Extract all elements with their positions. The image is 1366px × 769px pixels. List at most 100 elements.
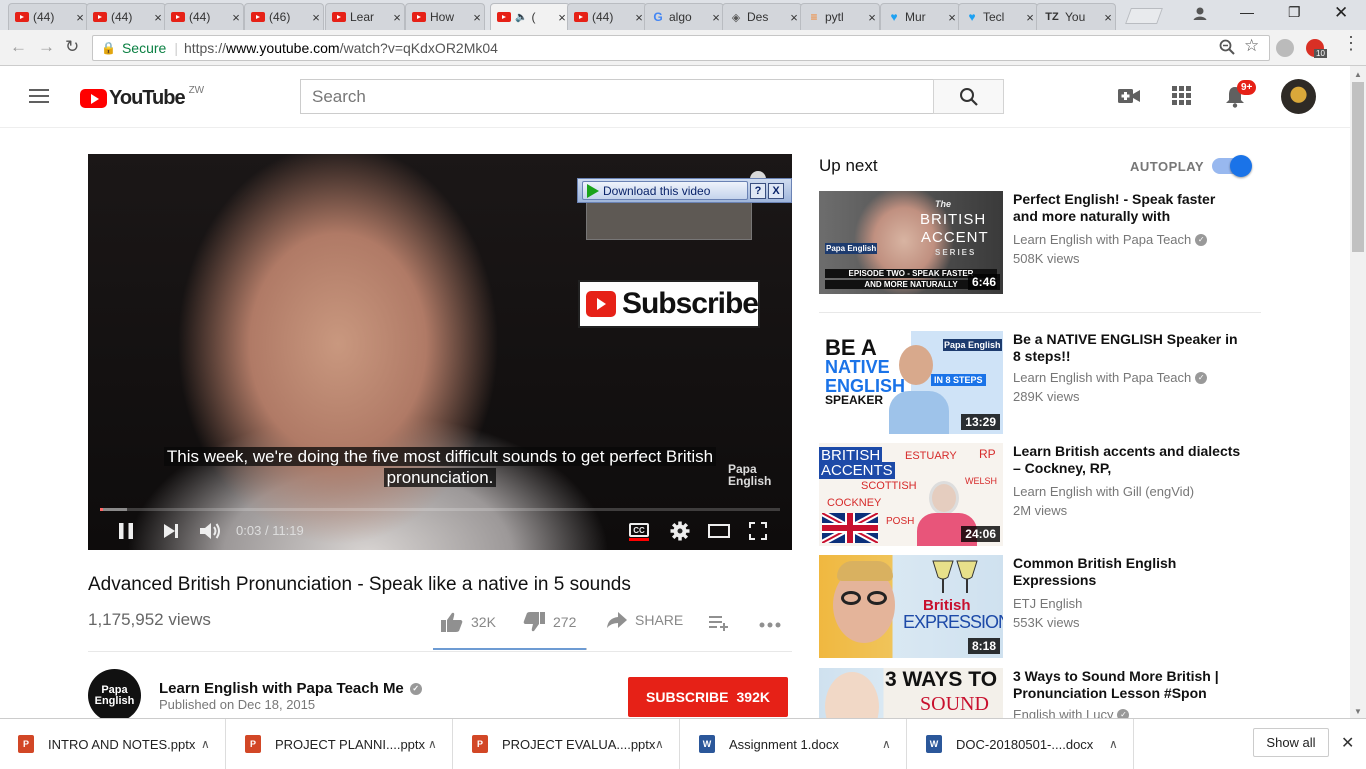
tab-close-icon[interactable]: × xyxy=(865,10,879,25)
browser-tab[interactable]: Galgo × xyxy=(644,3,724,30)
tab-close-icon[interactable]: × xyxy=(787,10,801,25)
recommended-video[interactable]: BE A NATIVE ENGLISH SPEAKER Papa English… xyxy=(819,331,1259,435)
zoom-icon[interactable] xyxy=(1219,39,1235,55)
reload-icon[interactable]: ↻ xyxy=(65,37,79,57)
video-thumbnail[interactable]: British EXPRESSIONS 8:18 xyxy=(819,555,1003,658)
download-help-button[interactable]: ? xyxy=(750,182,766,199)
settings-gear-icon[interactable] xyxy=(670,521,690,541)
scroll-down-arrow-icon[interactable]: ▼ xyxy=(1354,707,1362,716)
video-title[interactable]: Learn British accents and dialects – Coc… xyxy=(1013,443,1243,477)
browser-tab[interactable]: ♥ Tecl × xyxy=(958,3,1038,30)
search-button[interactable] xyxy=(933,79,1004,114)
channel-name-link[interactable]: Learn English with Papa Teach Me ✓ xyxy=(159,680,422,697)
chevron-up-icon[interactable]: ∧ xyxy=(1109,737,1133,751)
browser-tab[interactable]: (46) × xyxy=(244,3,324,30)
browser-tab[interactable]: How × xyxy=(405,3,485,30)
recommended-video[interactable]: BRITISH ACCENTS ESTUARY RP SCOTTISH WELS… xyxy=(819,443,1259,547)
like-button[interactable]: 32K xyxy=(441,612,496,632)
video-thumbnail[interactable]: 3 WAYS TO SOUND xyxy=(819,668,1003,718)
chevron-up-icon[interactable]: ∧ xyxy=(882,737,906,751)
autoplay-toggle[interactable] xyxy=(1212,155,1252,177)
user-avatar[interactable] xyxy=(1281,79,1316,114)
tab-close-icon[interactable]: × xyxy=(390,10,404,25)
chevron-up-icon[interactable]: ∧ xyxy=(655,737,679,751)
dislike-button[interactable]: 272 xyxy=(523,612,576,632)
show-all-downloads-button[interactable]: Show all xyxy=(1253,728,1329,757)
scroll-up-arrow-icon[interactable]: ▲ xyxy=(1354,70,1362,79)
close-download-shelf-icon[interactable]: ✕ xyxy=(1341,733,1354,753)
search-input[interactable]: Search xyxy=(300,79,934,114)
profile-icon[interactable] xyxy=(1192,5,1208,21)
video-title[interactable]: Be a NATIVE ENGLISH Speaker in 8 steps!! xyxy=(1013,331,1243,365)
download-item[interactable]: P PROJECT PLANNI....pptx ∧ xyxy=(227,719,453,769)
subscribe-button[interactable]: SUBSCRIBE 392K xyxy=(628,677,788,717)
new-tab-button[interactable] xyxy=(1125,8,1163,24)
download-close-button[interactable]: X xyxy=(768,182,784,199)
recommended-video[interactable]: British EXPRESSIONS 8:18 Common British … xyxy=(819,555,1259,659)
scrollbar-thumb[interactable] xyxy=(1352,82,1364,252)
browser-tab[interactable]: ≡ pytl × xyxy=(800,3,880,30)
theater-mode-icon[interactable] xyxy=(708,524,730,538)
browser-tab[interactable]: TZ You × xyxy=(1036,3,1116,30)
browser-tab[interactable]: Lear × xyxy=(325,3,405,30)
recommended-video[interactable]: 3 WAYS TO SOUND 3 Ways to Sound More Bri… xyxy=(819,668,1259,718)
video-title[interactable]: 3 Ways to Sound More British | Pronuncia… xyxy=(1013,668,1243,702)
tab-close-icon[interactable]: × xyxy=(73,10,87,25)
tab-close-icon[interactable]: × xyxy=(151,10,165,25)
download-item[interactable]: P INTRO AND NOTES.pptx ∧ xyxy=(0,719,226,769)
video-player[interactable]: Subscribe Download this video ? X This w… xyxy=(88,154,792,550)
adblock-extension-icon[interactable]: 10 xyxy=(1306,39,1327,58)
tab-close-icon[interactable]: × xyxy=(1023,10,1037,25)
channel-avatar[interactable]: Papa English xyxy=(88,669,141,722)
add-to-playlist-icon[interactable] xyxy=(709,615,731,631)
audio-playing-icon[interactable]: 🔈 xyxy=(515,12,527,23)
channel-watermark[interactable]: Papa English xyxy=(728,463,771,487)
video-thumbnail[interactable]: The BRITISH ACCENT SERIES Papa English E… xyxy=(819,191,1003,294)
address-bar[interactable]: 🔒 Secure | https://www.youtube.com/watch… xyxy=(92,35,1270,61)
more-actions-icon[interactable] xyxy=(759,622,781,628)
browser-tab[interactable]: (44) × xyxy=(86,3,166,30)
tab-close-icon[interactable]: × xyxy=(229,10,243,25)
chevron-up-icon[interactable]: ∧ xyxy=(201,737,225,751)
bookmark-star-icon[interactable]: ☆ xyxy=(1244,36,1259,56)
browser-tab[interactable]: (44) × xyxy=(164,3,244,30)
captions-button[interactable]: CC xyxy=(629,523,649,541)
browser-tab[interactable]: ♥ Mur × xyxy=(880,3,960,30)
video-title[interactable]: Common British English Expressions xyxy=(1013,555,1243,589)
download-item[interactable]: W DOC-20180501-....docx ∧ xyxy=(908,719,1134,769)
tab-close-icon[interactable]: × xyxy=(470,10,484,25)
browser-tab[interactable]: (44) × xyxy=(8,3,88,30)
progress-bar[interactable] xyxy=(100,508,780,511)
apps-grid-icon[interactable] xyxy=(1172,86,1192,106)
video-title[interactable]: Perfect English! - Speak faster and more… xyxy=(1013,191,1243,225)
tab-close-icon[interactable]: × xyxy=(945,10,959,25)
video-thumbnail[interactable]: BRITISH ACCENTS ESTUARY RP SCOTTISH WELS… xyxy=(819,443,1003,546)
next-video-icon[interactable] xyxy=(163,523,179,539)
restore-icon[interactable]: ❐ xyxy=(1288,4,1301,21)
back-arrow-icon[interactable]: ← xyxy=(10,37,27,57)
minimize-icon[interactable]: — xyxy=(1240,4,1254,20)
browser-tab[interactable]: ◈ Des × xyxy=(722,3,802,30)
browser-tab[interactable]: 🔈(× xyxy=(490,3,570,30)
video-thumbnail[interactable]: BE A NATIVE ENGLISH SPEAKER Papa English… xyxy=(819,331,1003,434)
chevron-up-icon[interactable]: ∧ xyxy=(428,737,452,751)
forward-arrow-icon[interactable]: → xyxy=(38,37,55,57)
youtube-logo[interactable]: YouTube ZW xyxy=(80,85,204,110)
tab-close-icon[interactable]: × xyxy=(309,10,323,25)
browser-tab[interactable]: (44) × xyxy=(567,3,647,30)
tab-close-icon[interactable]: × xyxy=(1101,10,1115,25)
pause-icon[interactable] xyxy=(118,522,134,540)
download-item[interactable]: W Assignment 1.docx ∧ xyxy=(681,719,907,769)
download-video-button[interactable]: Download this video xyxy=(582,181,748,200)
extension-icon[interactable] xyxy=(1276,39,1294,57)
share-button[interactable]: SHARE xyxy=(607,612,683,628)
guide-menu-icon[interactable] xyxy=(29,89,49,107)
window-close-icon[interactable]: ✕ xyxy=(1334,3,1348,23)
recommended-video[interactable]: The BRITISH ACCENT SERIES Papa English E… xyxy=(819,191,1259,295)
tab-close-icon[interactable]: × xyxy=(709,10,723,25)
fullscreen-icon[interactable] xyxy=(749,522,767,540)
page-scrollbar[interactable]: ▲ ▼ xyxy=(1350,66,1366,718)
download-item[interactable]: P PROJECT EVALUA....pptx ∧ xyxy=(454,719,680,769)
upload-video-icon[interactable] xyxy=(1118,88,1140,104)
volume-icon[interactable] xyxy=(199,521,221,541)
